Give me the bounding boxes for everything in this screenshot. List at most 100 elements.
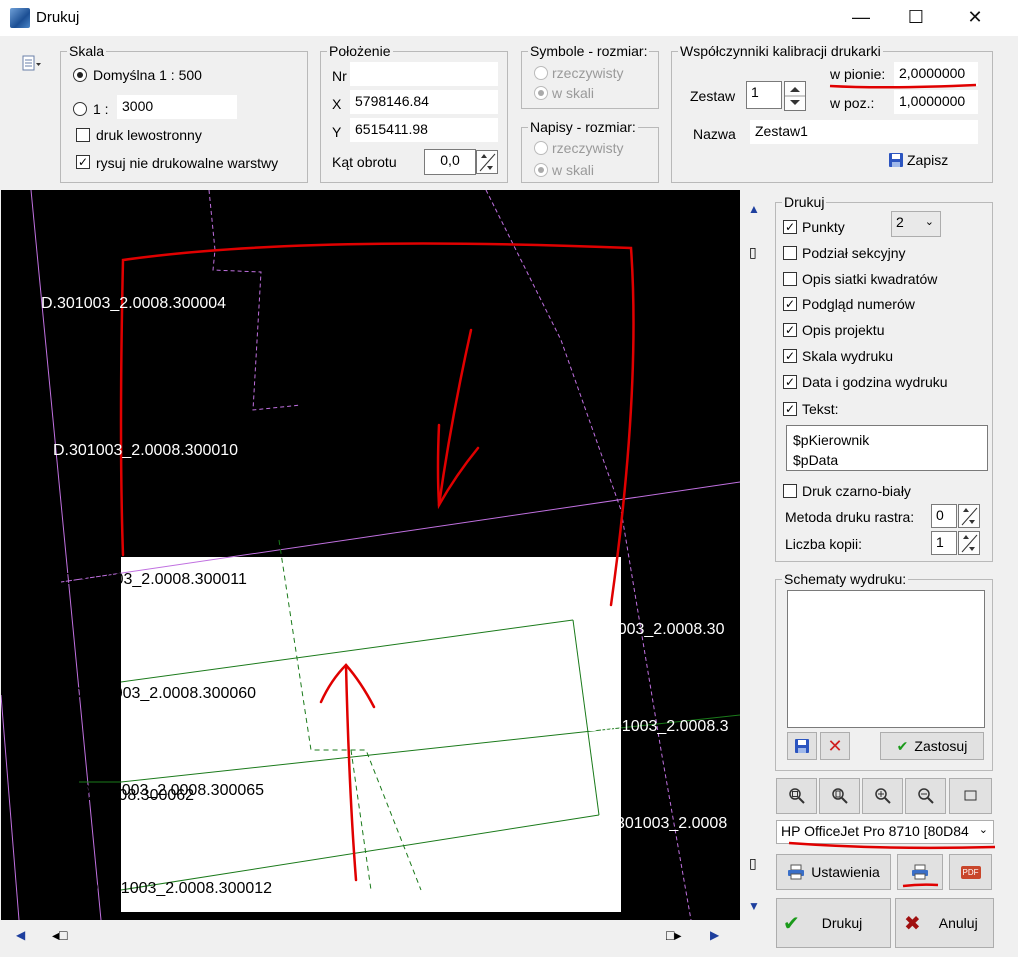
kopie-label: Liczba kopii:	[785, 536, 863, 552]
podzial-checkbox[interactable]	[783, 246, 797, 260]
full-view-button[interactable]	[949, 778, 992, 814]
save-calibration-button[interactable]: Zapisz	[888, 152, 948, 168]
custom-scale-input[interactable]: 3000	[117, 95, 237, 119]
minimize-button[interactable]: —	[838, 0, 884, 34]
kopie-spinner[interactable]	[958, 531, 980, 555]
map-preview[interactable]: D.301003_2.0008.300004 D.301003_2.0008.3…	[1, 190, 740, 920]
schematy-list[interactable]	[787, 590, 985, 728]
tekst-checkbox[interactable]: ✓	[783, 402, 797, 416]
settings-button[interactable]: Ustawienia	[776, 854, 891, 890]
map-label: D.301003_2.0008.300010	[53, 442, 239, 459]
opis-projektu-checkbox[interactable]: ✓	[783, 323, 797, 337]
napisy-real-radio[interactable]	[534, 141, 548, 155]
left-print-checkbox[interactable]	[76, 128, 90, 142]
floppy-icon	[889, 153, 903, 167]
map-label: D.301003_2.0008.300060	[71, 685, 257, 702]
save-scheme-button[interactable]	[787, 732, 817, 760]
symbole-scale-label: w skali	[552, 85, 595, 101]
annotation-underline-printer	[788, 841, 996, 850]
nr-label: Nr	[332, 68, 347, 84]
tekst-line: $pData	[793, 452, 839, 468]
apply-label: Zastosuj	[914, 738, 968, 754]
opis-siatki-label: Opis siatki kwadratów	[802, 271, 938, 287]
kopie-input[interactable]: 1	[931, 531, 957, 555]
scroll-right-page-icon[interactable]: □▸	[666, 927, 681, 944]
map-label: D.301003_2.0008	[600, 815, 728, 832]
opis-siatki-checkbox[interactable]	[783, 272, 797, 286]
zoom-in-button[interactable]	[862, 778, 903, 814]
cancel-button[interactable]: ✖ Anuluj	[895, 898, 994, 948]
podglad-checkbox[interactable]: ✓	[783, 297, 797, 311]
skala-wydruku-checkbox[interactable]: ✓	[783, 349, 797, 363]
apply-scheme-button[interactable]: ✔ Zastosuj	[880, 732, 984, 760]
zoom-page-button[interactable]	[819, 778, 860, 814]
tekst-textarea[interactable]: $pKierownik $pData	[786, 425, 988, 471]
left-print-label: druk lewostronny	[96, 127, 202, 143]
draw-nonprint-checkbox[interactable]: ✓	[76, 155, 90, 169]
angle-spinner[interactable]	[476, 150, 498, 174]
default-scale-label: Domyślna 1 : 500	[93, 67, 202, 83]
scroll-down-arrow[interactable]: ▼	[748, 899, 760, 913]
czarno-bialy-checkbox[interactable]	[783, 484, 797, 498]
map-label: D.301003_2.0008.3	[588, 718, 729, 735]
zoom-fit-button[interactable]	[776, 778, 817, 814]
zestaw-input[interactable]: 1	[746, 81, 782, 109]
zoom-fit-icon	[788, 788, 805, 804]
tekst-label: Tekst:	[802, 401, 839, 417]
scroll-up-page-icon[interactable]: ▯	[749, 244, 757, 261]
custom-scale-radio[interactable]	[73, 102, 87, 116]
options-menu-icon[interactable]	[20, 55, 42, 73]
print-button[interactable]: ✔ Drukuj	[776, 898, 891, 948]
symbole-scale-radio[interactable]	[534, 86, 548, 100]
scroll-down-page-icon[interactable]: ▯	[749, 855, 757, 872]
square-icon	[964, 790, 976, 801]
default-scale-radio[interactable]	[73, 68, 87, 82]
annotation-underline-print	[902, 883, 939, 888]
polozenie-legend: Położenie	[329, 43, 391, 59]
scroll-right-arrow[interactable]: ▶	[710, 928, 719, 942]
zestaw-label: Zestaw	[690, 88, 736, 104]
checkmark-icon: ✔	[896, 737, 909, 754]
tekst-line: $pKierownik	[793, 432, 870, 448]
punkty-select[interactable]: 2 ⌄	[891, 211, 941, 237]
printer-icon	[912, 864, 928, 880]
zoom-in-icon	[874, 788, 891, 804]
custom-scale-prefix: 1 :	[93, 101, 109, 117]
zoom-out-button[interactable]	[905, 778, 946, 814]
save-calibration-label: Zapisz	[907, 152, 949, 168]
map-label: D.301003_2.0008.300004	[41, 295, 227, 312]
napisy-legend: Napisy - rozmiar:	[530, 119, 636, 135]
maximize-button[interactable]: ☐	[893, 0, 939, 34]
metoda-input[interactable]: 0	[931, 504, 957, 528]
draw-nonprint-label: rysuj nie drukowalne warstwy	[96, 155, 279, 171]
printer-select-value: HP OfficeJet Pro 8710 [80D84	[781, 823, 969, 839]
angle-input[interactable]: 0,0	[424, 149, 476, 175]
data-godzina-checkbox[interactable]: ✓	[783, 375, 797, 389]
checkmark-icon: ✔	[783, 912, 800, 935]
nazwa-input[interactable]: Zestaw1	[750, 120, 978, 144]
settings-label: Ustawienia	[811, 864, 880, 880]
print-label: Drukuj	[821, 915, 863, 931]
podglad-label: Podgląd numerów	[802, 296, 915, 312]
skala-wydruku-label: Skala wydruku	[802, 348, 894, 364]
metoda-spinner[interactable]	[958, 504, 980, 528]
zestaw-spinner[interactable]	[784, 81, 806, 111]
scroll-up-arrow[interactable]: ▲	[748, 202, 760, 216]
pdf-button[interactable]: PDF	[949, 854, 992, 890]
cancel-label: Anuluj	[938, 915, 978, 931]
map-label: D.301003_2.0008.300062	[9, 787, 195, 804]
y-input[interactable]: 6515411.98	[350, 118, 498, 142]
scroll-left-arrow[interactable]: ◀	[16, 928, 25, 942]
scroll-left-page-icon[interactable]: ◂□	[52, 927, 67, 944]
x-input[interactable]: 5798146.84	[350, 90, 498, 114]
nr-input[interactable]	[350, 62, 498, 86]
napisy-scale-radio[interactable]	[534, 163, 548, 177]
close-button[interactable]: ✕	[952, 0, 998, 34]
poz-input[interactable]: 1,0000000	[894, 90, 978, 114]
drukuj-options-legend: Drukuj	[784, 194, 825, 210]
punkty-checkbox[interactable]: ✓	[783, 220, 797, 234]
skala-legend: Skala	[69, 43, 105, 59]
delete-scheme-button[interactable]: ✕	[820, 732, 850, 760]
symbole-real-radio[interactable]	[534, 66, 548, 80]
chevron-down-icon: ⌄	[924, 216, 934, 228]
